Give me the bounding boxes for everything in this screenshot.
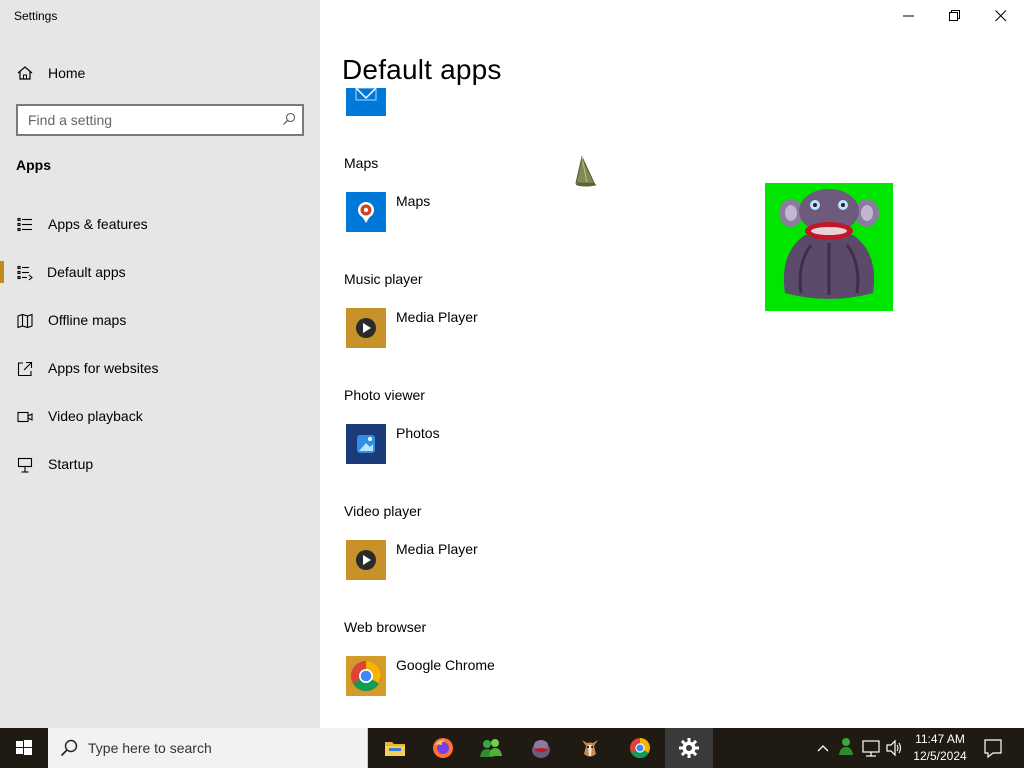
sidebar-item-apps-features[interactable]: Apps & features bbox=[0, 205, 320, 245]
media-player-tile bbox=[346, 308, 386, 348]
people-tray-icon bbox=[839, 738, 853, 755]
photos-tile bbox=[346, 424, 386, 464]
dog-app-icon bbox=[582, 740, 598, 757]
purple-monkey-icon bbox=[779, 189, 879, 299]
default-app-music-player[interactable]: Media Player bbox=[346, 308, 646, 350]
chrome-tile bbox=[346, 656, 386, 696]
sidebar-item-offline-maps[interactable]: Offline maps bbox=[0, 301, 320, 341]
taskbar-file-explorer[interactable] bbox=[371, 728, 419, 768]
default-apps-icon bbox=[17, 265, 33, 281]
search-icon bbox=[60, 739, 78, 757]
show-hidden-icons-button[interactable] bbox=[814, 728, 832, 768]
default-app-video-player[interactable]: Media Player bbox=[346, 540, 646, 582]
settings-search-input[interactable] bbox=[18, 106, 278, 134]
page-title: Default apps bbox=[342, 54, 502, 85]
taskbar: Type here to search 11:47 AM 12/5/2024 bbox=[0, 728, 1024, 768]
mail-icon bbox=[355, 88, 377, 101]
list-icon bbox=[17, 217, 32, 232]
sidebar-item-startup[interactable]: Startup bbox=[0, 445, 320, 485]
tray-network[interactable] bbox=[860, 728, 882, 768]
settings-gear-icon bbox=[679, 738, 699, 758]
clock-time: 11:47 AM bbox=[915, 732, 965, 746]
category-video-player: Video player bbox=[344, 503, 422, 519]
monkey-app-icon bbox=[532, 740, 550, 758]
media-player-icon bbox=[356, 318, 376, 338]
section-title: Apps bbox=[16, 157, 51, 173]
chrome-icon bbox=[350, 661, 381, 692]
active-indicator bbox=[0, 261, 4, 283]
taskbar-dog-app[interactable] bbox=[566, 728, 614, 768]
map-icon bbox=[17, 313, 33, 329]
default-app-name: Media Player bbox=[396, 309, 478, 325]
clock-date: 12/5/2024 bbox=[913, 749, 967, 763]
sidebar-item-label: Apps for websites bbox=[48, 360, 159, 376]
taskbar-monkey-app[interactable] bbox=[517, 728, 565, 768]
taskbar-people[interactable] bbox=[467, 728, 515, 768]
search-icon bbox=[283, 112, 296, 125]
volume-icon bbox=[886, 739, 902, 757]
chevron-up-icon bbox=[817, 745, 829, 752]
taskbar-search-placeholder: Type here to search bbox=[88, 740, 212, 756]
media-player-icon bbox=[356, 550, 376, 570]
window-title: Settings bbox=[14, 9, 58, 23]
default-app-name: Media Player bbox=[396, 541, 478, 557]
default-app-name: Maps bbox=[396, 193, 431, 209]
restore-icon bbox=[949, 10, 960, 21]
taskbar-chrome[interactable] bbox=[616, 728, 664, 768]
windows-logo-icon bbox=[16, 740, 32, 755]
category-web-browser: Web browser bbox=[344, 619, 427, 635]
startup-icon bbox=[17, 457, 33, 473]
nav-home-label: Home bbox=[48, 65, 86, 81]
sidebar-item-apps-for-websites[interactable]: Apps for websites bbox=[0, 349, 320, 389]
default-app-maps[interactable]: Maps bbox=[346, 192, 646, 234]
taskbar-clock[interactable]: 11:47 AM 12/5/2024 bbox=[906, 728, 974, 768]
taskbar-firefox[interactable] bbox=[419, 728, 467, 768]
start-button[interactable] bbox=[0, 728, 48, 768]
monkey-buddy-overlay[interactable] bbox=[765, 183, 893, 311]
category-maps: Maps bbox=[344, 155, 379, 171]
sidebar-item-label: Offline maps bbox=[48, 312, 127, 328]
maps-pin-icon bbox=[358, 202, 374, 223]
notification-icon bbox=[984, 739, 1002, 759]
category-photo-viewer: Photo viewer bbox=[344, 387, 425, 403]
sidebar-item-default-apps[interactable]: Default apps bbox=[0, 253, 320, 293]
nav-home[interactable]: Home bbox=[0, 58, 320, 88]
sidebar-item-label: Default apps bbox=[47, 264, 126, 280]
close-icon bbox=[995, 10, 1007, 22]
tray-volume[interactable] bbox=[884, 728, 904, 768]
settings-search-box[interactable] bbox=[16, 104, 304, 136]
network-icon bbox=[862, 740, 880, 757]
default-app-name: Photos bbox=[396, 425, 440, 441]
desktop-pet-cone[interactable] bbox=[573, 155, 599, 187]
category-music-player: Music player bbox=[344, 271, 423, 287]
cone-sprite-icon bbox=[575, 155, 596, 187]
default-app-name: Google Chrome bbox=[396, 657, 495, 673]
sidebar-item-video-playback[interactable]: Video playback bbox=[0, 397, 320, 437]
default-app-photo-viewer[interactable]: Photos bbox=[346, 424, 646, 466]
photos-icon bbox=[357, 435, 375, 453]
minimize-button[interactable] bbox=[886, 0, 932, 32]
video-icon bbox=[17, 411, 33, 423]
taskbar-search-box[interactable]: Type here to search bbox=[48, 728, 368, 768]
default-app-web-browser[interactable]: Google Chrome bbox=[346, 656, 646, 698]
sidebar: Settings Home Apps Apps & features bbox=[0, 0, 320, 728]
file-explorer-icon bbox=[385, 742, 405, 756]
chrome-icon bbox=[630, 738, 650, 759]
media-player-tile bbox=[346, 540, 386, 580]
tray-people[interactable] bbox=[836, 728, 856, 768]
firefox-icon bbox=[433, 738, 453, 758]
people-icon bbox=[480, 739, 502, 757]
restore-button[interactable] bbox=[932, 0, 978, 32]
maps-app-tile bbox=[346, 192, 386, 232]
sidebar-item-label: Video playback bbox=[48, 408, 143, 424]
sidebar-item-label: Startup bbox=[48, 456, 94, 472]
minimize-icon bbox=[903, 15, 914, 17]
taskbar-settings[interactable] bbox=[665, 728, 713, 768]
email-app-tile-partial[interactable] bbox=[346, 88, 386, 116]
sidebar-item-label: Apps & features bbox=[48, 216, 148, 232]
action-center-button[interactable] bbox=[978, 728, 1008, 768]
close-button[interactable] bbox=[978, 0, 1024, 32]
home-icon bbox=[17, 66, 33, 80]
open-external-icon bbox=[17, 361, 33, 377]
